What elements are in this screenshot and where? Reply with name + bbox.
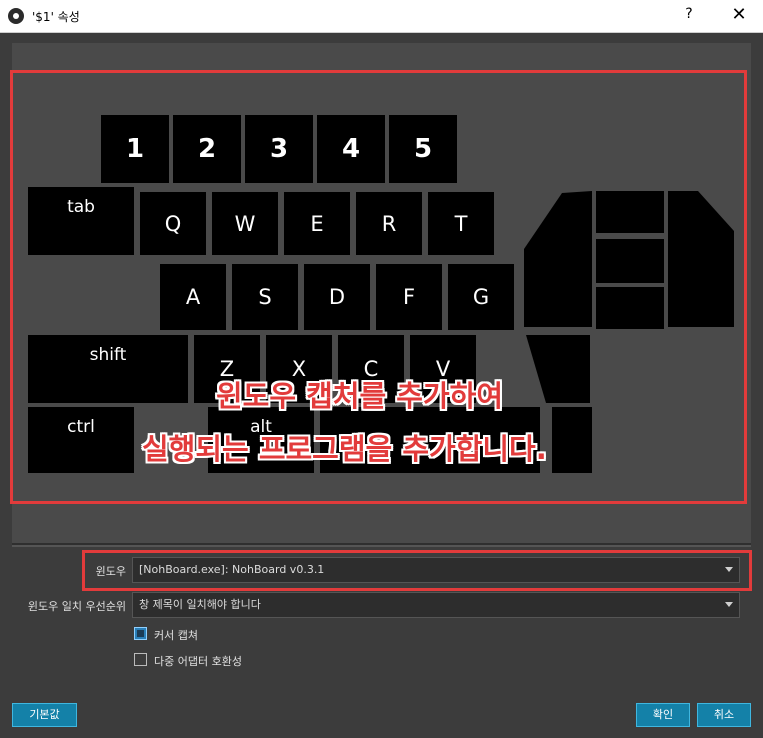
capture-cursor-checkbox[interactable] (134, 627, 147, 640)
priority-label: 윈도우 일치 우선순위 (27, 600, 126, 613)
preview-highlight-box (10, 70, 747, 504)
chevron-down-icon (725, 602, 733, 607)
close-button[interactable]: ✕ (724, 4, 754, 25)
window-title: '$1' 속성 (32, 10, 80, 24)
defaults-button[interactable]: 기본값 (12, 703, 77, 727)
ok-button[interactable]: 확인 (636, 703, 690, 727)
properties-dialog: 1 2 3 4 5 tab Q W E R T A S D F G shift … (0, 33, 763, 738)
window-highlight-box (82, 550, 752, 591)
help-button[interactable]: ? (676, 6, 702, 22)
priority-select-value: 창 제목이 일치해야 합니다 (139, 598, 261, 611)
splitter[interactable] (12, 545, 751, 547)
obs-app-icon (8, 8, 24, 24)
priority-select[interactable]: 창 제목이 일치해야 합니다 (132, 592, 740, 618)
multi-adapter-checkbox[interactable] (134, 653, 147, 666)
capture-cursor-label: 커서 캡쳐 (154, 629, 198, 642)
title-bar: '$1' 속성 ? ✕ (0, 0, 763, 33)
multi-adapter-label: 다중 어댑터 호환성 (154, 655, 242, 668)
cancel-button[interactable]: 취소 (697, 703, 751, 727)
